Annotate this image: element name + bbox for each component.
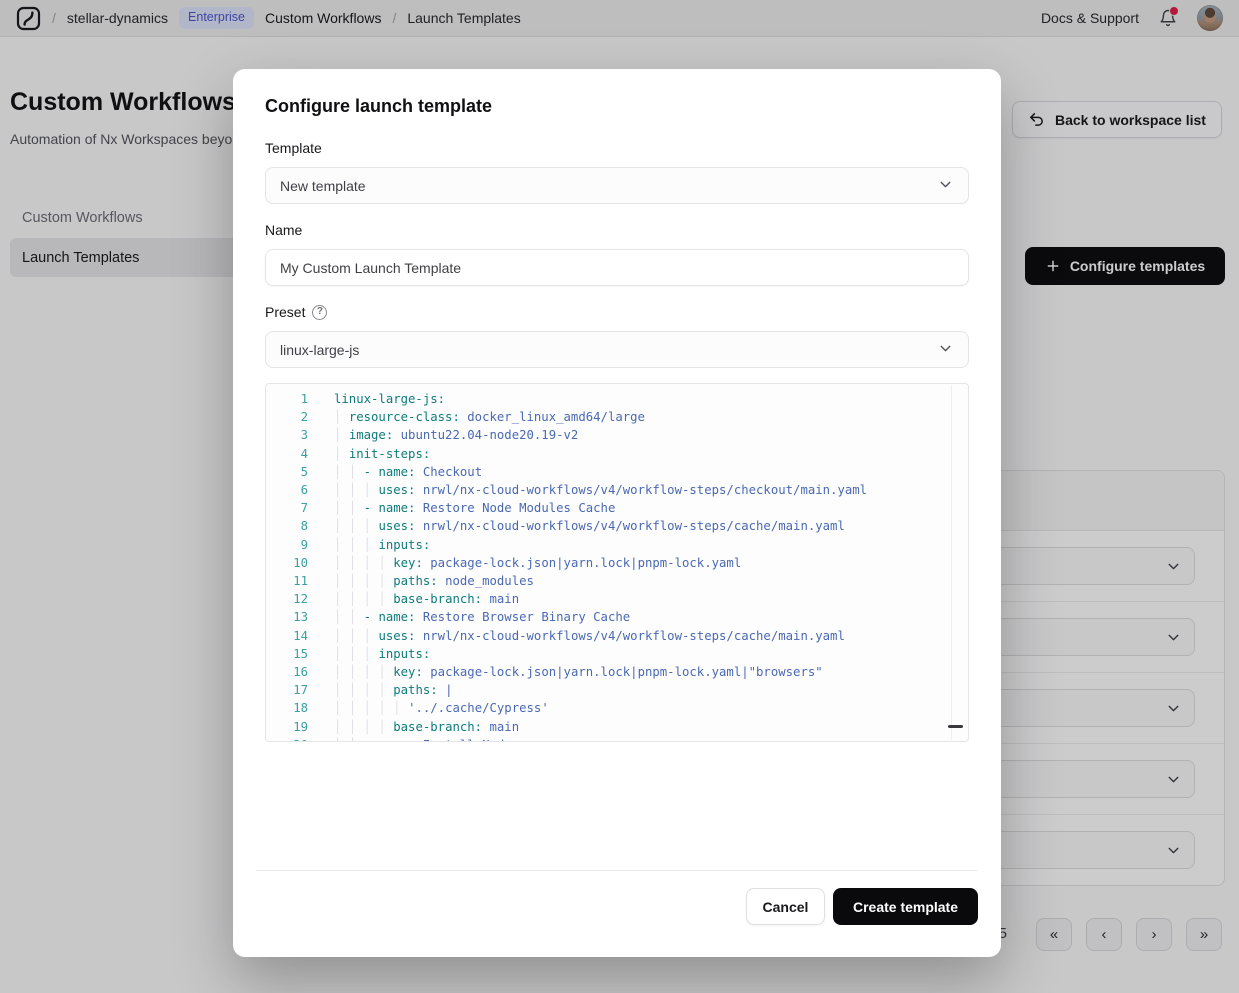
chevron-down-icon [937,340,954,360]
template-select-value: New template [280,178,366,194]
code-line: 13│ │ - name: Restore Browser Binary Cac… [266,608,968,626]
code-line: 12│ │ │ │ base-branch: main [266,590,968,608]
name-input[interactable] [265,249,969,286]
code-line: 8│ │ │ uses: nrwl/nx-cloud-workflows/v4/… [266,517,968,535]
code-line: 17│ │ │ │ paths: | [266,681,968,699]
code-line: 10│ │ │ │ key: package-lock.json|yarn.lo… [266,554,968,572]
code-line: 20│ │ - name: Install Node [266,736,968,742]
help-circle-icon[interactable]: ? [312,305,327,320]
configure-launch-template-modal: Configure launch template Template New t… [233,69,1001,957]
preset-select-value: linux-large-js [280,342,359,358]
preset-field-label: Preset ? [265,304,327,320]
template-select[interactable]: New template [265,167,969,204]
create-template-button[interactable]: Create template [833,888,978,925]
code-line: 7│ │ - name: Restore Node Modules Cache [266,499,968,517]
code-line: 6│ │ │ uses: nrwl/nx-cloud-workflows/v4/… [266,481,968,499]
code-line: 18│ │ │ │ │ '../.cache/Cypress' [266,699,968,717]
code-line: 14│ │ │ uses: nrwl/nx-cloud-workflows/v4… [266,627,968,645]
name-field-label: Name [265,222,302,238]
code-line: 4│ init-steps: [266,445,968,463]
code-editor-lines: 1linux-large-js:2│ resource-class: docke… [266,390,968,742]
code-line: 9│ │ │ inputs: [266,536,968,554]
chevron-down-icon [937,176,954,196]
modal-title: Configure launch template [265,96,492,117]
code-line: 15│ │ │ inputs: [266,645,968,663]
code-line: 1linux-large-js: [266,390,968,408]
template-field-label: Template [265,140,322,156]
preset-label-text: Preset [265,304,305,320]
code-line: 19│ │ │ │ base-branch: main [266,718,968,736]
code-line: 5│ │ - name: Checkout [266,463,968,481]
cancel-button[interactable]: Cancel [746,888,825,925]
yaml-code-editor[interactable]: 1linux-large-js:2│ resource-class: docke… [265,383,969,742]
preset-select[interactable]: linux-large-js [265,331,969,368]
code-line: 11│ │ │ │ paths: node_modules [266,572,968,590]
code-line: 2│ resource-class: docker_linux_amd64/la… [266,408,968,426]
modal-footer-divider [256,870,978,871]
code-line: 16│ │ │ │ key: package-lock.json|yarn.lo… [266,663,968,681]
editor-scrollbar-thumb[interactable] [948,725,963,729]
editor-scrollbar-track [951,385,952,740]
code-line: 3│ image: ubuntu22.04-node20.19-v2 [266,426,968,444]
